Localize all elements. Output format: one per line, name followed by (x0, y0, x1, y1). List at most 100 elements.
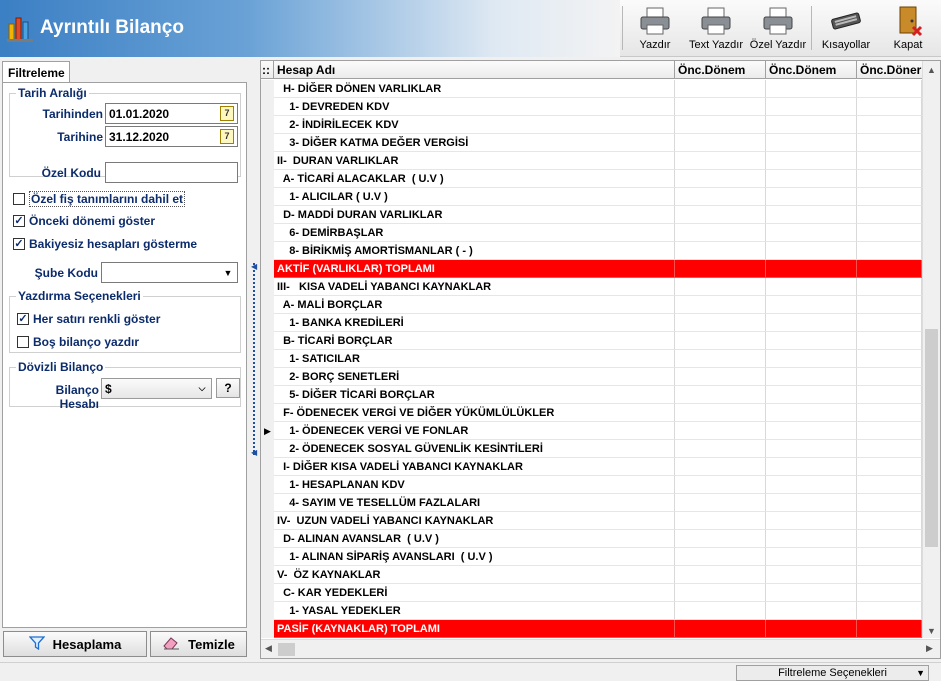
prev-period-cell[interactable] (766, 386, 857, 404)
prev-period-cell[interactable] (857, 116, 922, 134)
prev-period-cell[interactable] (675, 530, 766, 548)
scroll-thumb[interactable] (925, 329, 938, 547)
prev-period-cell[interactable] (857, 206, 922, 224)
prev-period-cell[interactable] (766, 440, 857, 458)
table-row[interactable]: 2- BORÇ SENETLERİ (261, 368, 922, 386)
table-row[interactable]: V- ÖZ KAYNAKLAR (261, 566, 922, 584)
table-row[interactable]: A- TİCARİ ALACAKLAR ( U.V ) (261, 170, 922, 188)
prev-period-cell[interactable] (857, 224, 922, 242)
prev-period-cell[interactable] (766, 314, 857, 332)
calendar-icon[interactable]: 7 (220, 129, 234, 144)
prev-period-cell[interactable] (766, 566, 857, 584)
table-row[interactable]: F- ÖDENECEK VERGİ VE DİĞER YÜKÜMLÜLÜKLER (261, 404, 922, 422)
column-header-prev-period[interactable]: Önc.Dönem (675, 61, 766, 79)
account-name-cell[interactable]: 2- BORÇ SENETLERİ (274, 368, 675, 386)
column-header-prev-period[interactable]: Önc.Döner (857, 61, 922, 79)
row-indicator[interactable] (261, 494, 274, 512)
prev-period-cell[interactable] (857, 278, 922, 296)
prev-period-cell[interactable] (857, 386, 922, 404)
prev-period-cell[interactable] (675, 494, 766, 512)
prev-period-cell[interactable] (675, 548, 766, 566)
prev-period-cell[interactable] (766, 512, 857, 530)
show-previous-period-checkbox[interactable]: ✓ Önceki dönemi göster (13, 214, 155, 228)
current-row-indicator-icon[interactable]: ▶ (261, 422, 274, 440)
include-special-receipts-checkbox[interactable]: Özel fiş tanımlarını dahil et (13, 191, 186, 207)
grid-corner[interactable]: :: (261, 61, 274, 79)
prev-period-cell[interactable] (766, 476, 857, 494)
table-row[interactable]: D- MADDİ DURAN VARLIKLAR (261, 206, 922, 224)
prev-period-cell[interactable] (766, 152, 857, 170)
prev-period-cell[interactable] (675, 314, 766, 332)
colored-rows-checkbox[interactable]: ✓ Her satırı renkli göster (17, 312, 160, 326)
prev-period-cell[interactable] (857, 476, 922, 494)
check-icon[interactable]: ✓ (13, 215, 25, 227)
account-name-cell[interactable]: I- DİĞER KISA VADELİ YABANCI KAYNAKLAR (274, 458, 675, 476)
chevron-down-icon[interactable]: ▼ (916, 666, 925, 680)
prev-period-cell[interactable] (675, 386, 766, 404)
prev-period-cell[interactable] (766, 188, 857, 206)
prev-period-cell[interactable] (766, 332, 857, 350)
prev-period-cell[interactable] (766, 368, 857, 386)
table-row[interactable]: A- MALİ BORÇLAR (261, 296, 922, 314)
account-name-cell[interactable]: D- ALINAN AVANSLAR ( U.V ) (274, 530, 675, 548)
horizontal-scrollbar[interactable]: ◀ ▶ (261, 639, 940, 658)
account-name-cell[interactable]: 1- YASAL YEDEKLER (274, 602, 675, 620)
table-row[interactable]: 3- DİĞER KATMA DEĞER VERGİSİ (261, 134, 922, 152)
prev-period-cell[interactable] (857, 152, 922, 170)
prev-period-cell[interactable] (766, 494, 857, 512)
prev-period-cell[interactable] (675, 134, 766, 152)
prev-period-cell[interactable] (675, 476, 766, 494)
prev-period-cell[interactable] (675, 350, 766, 368)
prev-period-cell[interactable] (857, 512, 922, 530)
prev-period-cell[interactable] (675, 404, 766, 422)
prev-period-cell[interactable] (857, 314, 922, 332)
prev-period-cell[interactable] (675, 620, 766, 638)
prev-period-cell[interactable] (857, 566, 922, 584)
branch-code-dropdown[interactable]: ▼ (101, 262, 238, 283)
prev-period-cell[interactable] (857, 602, 922, 620)
chevron-down-icon[interactable]: ▼ (219, 263, 237, 282)
prev-period-cell[interactable] (857, 584, 922, 602)
prev-period-cell[interactable] (766, 80, 857, 98)
calendar-icon[interactable]: 7 (220, 106, 234, 121)
account-name-cell[interactable]: 4- SAYIM VE TESELLÜM FAZLALARI (274, 494, 675, 512)
row-indicator[interactable] (261, 566, 274, 584)
clear-button[interactable]: Temizle (150, 631, 247, 657)
prev-period-cell[interactable] (766, 422, 857, 440)
prev-period-cell[interactable] (857, 332, 922, 350)
custom-print-button[interactable]: Özel Yazdır (748, 2, 808, 55)
account-name-cell[interactable]: D- MADDİ DURAN VARLIKLAR (274, 206, 675, 224)
prev-period-cell[interactable] (857, 458, 922, 476)
account-name-cell[interactable]: 5- DİĞER TİCARİ BORÇLAR (274, 386, 675, 404)
prev-period-cell[interactable] (675, 422, 766, 440)
table-row[interactable]: 1- BANKA KREDİLERİ (261, 314, 922, 332)
row-indicator[interactable] (261, 296, 274, 314)
row-indicator[interactable] (261, 260, 274, 278)
table-row[interactable]: ▶ 1- ÖDENECEK VERGİ VE FONLAR (261, 422, 922, 440)
checkbox-box[interactable] (13, 193, 25, 205)
prev-period-cell[interactable] (675, 152, 766, 170)
total-row[interactable]: PASİF (KAYNAKLAR) TOPLAMI (261, 620, 922, 638)
prev-period-cell[interactable] (675, 188, 766, 206)
row-indicator[interactable] (261, 458, 274, 476)
account-name-cell[interactable]: 2- ÖDENECEK SOSYAL GÜVENLİK KESİNTİLERİ (274, 440, 675, 458)
row-indicator[interactable] (261, 242, 274, 260)
prev-period-cell[interactable] (857, 98, 922, 116)
shortcuts-button[interactable]: Kısayollar (818, 2, 874, 55)
prev-period-cell[interactable] (675, 440, 766, 458)
table-row[interactable]: 8- BİRİKMİŞ AMORTİSMANLAR ( - ) (261, 242, 922, 260)
account-name-cell[interactable]: 1- DEVREDEN KDV (274, 98, 675, 116)
account-name-cell[interactable]: A- MALİ BORÇLAR (274, 296, 675, 314)
calculate-button[interactable]: Hesaplama (3, 631, 147, 657)
to-date-field[interactable]: 31.12.2020 7 (105, 126, 238, 147)
row-indicator[interactable] (261, 170, 274, 188)
prev-period-cell[interactable] (766, 404, 857, 422)
table-row[interactable]: 1- DEVREDEN KDV (261, 98, 922, 116)
table-row[interactable]: 1- ALICILAR ( U.V ) (261, 188, 922, 206)
hide-zero-balance-checkbox[interactable]: ✓ Bakiyesiz hesapları gösterme (13, 237, 197, 251)
account-name-cell[interactable]: 1- HESAPLANAN KDV (274, 476, 675, 494)
panel-splitter[interactable]: ◀ ◀ (250, 57, 260, 662)
account-name-cell[interactable]: 6- DEMİRBAŞLAR (274, 224, 675, 242)
prev-period-cell[interactable] (857, 620, 922, 638)
table-row[interactable]: 2- ÖDENECEK SOSYAL GÜVENLİK KESİNTİLERİ (261, 440, 922, 458)
